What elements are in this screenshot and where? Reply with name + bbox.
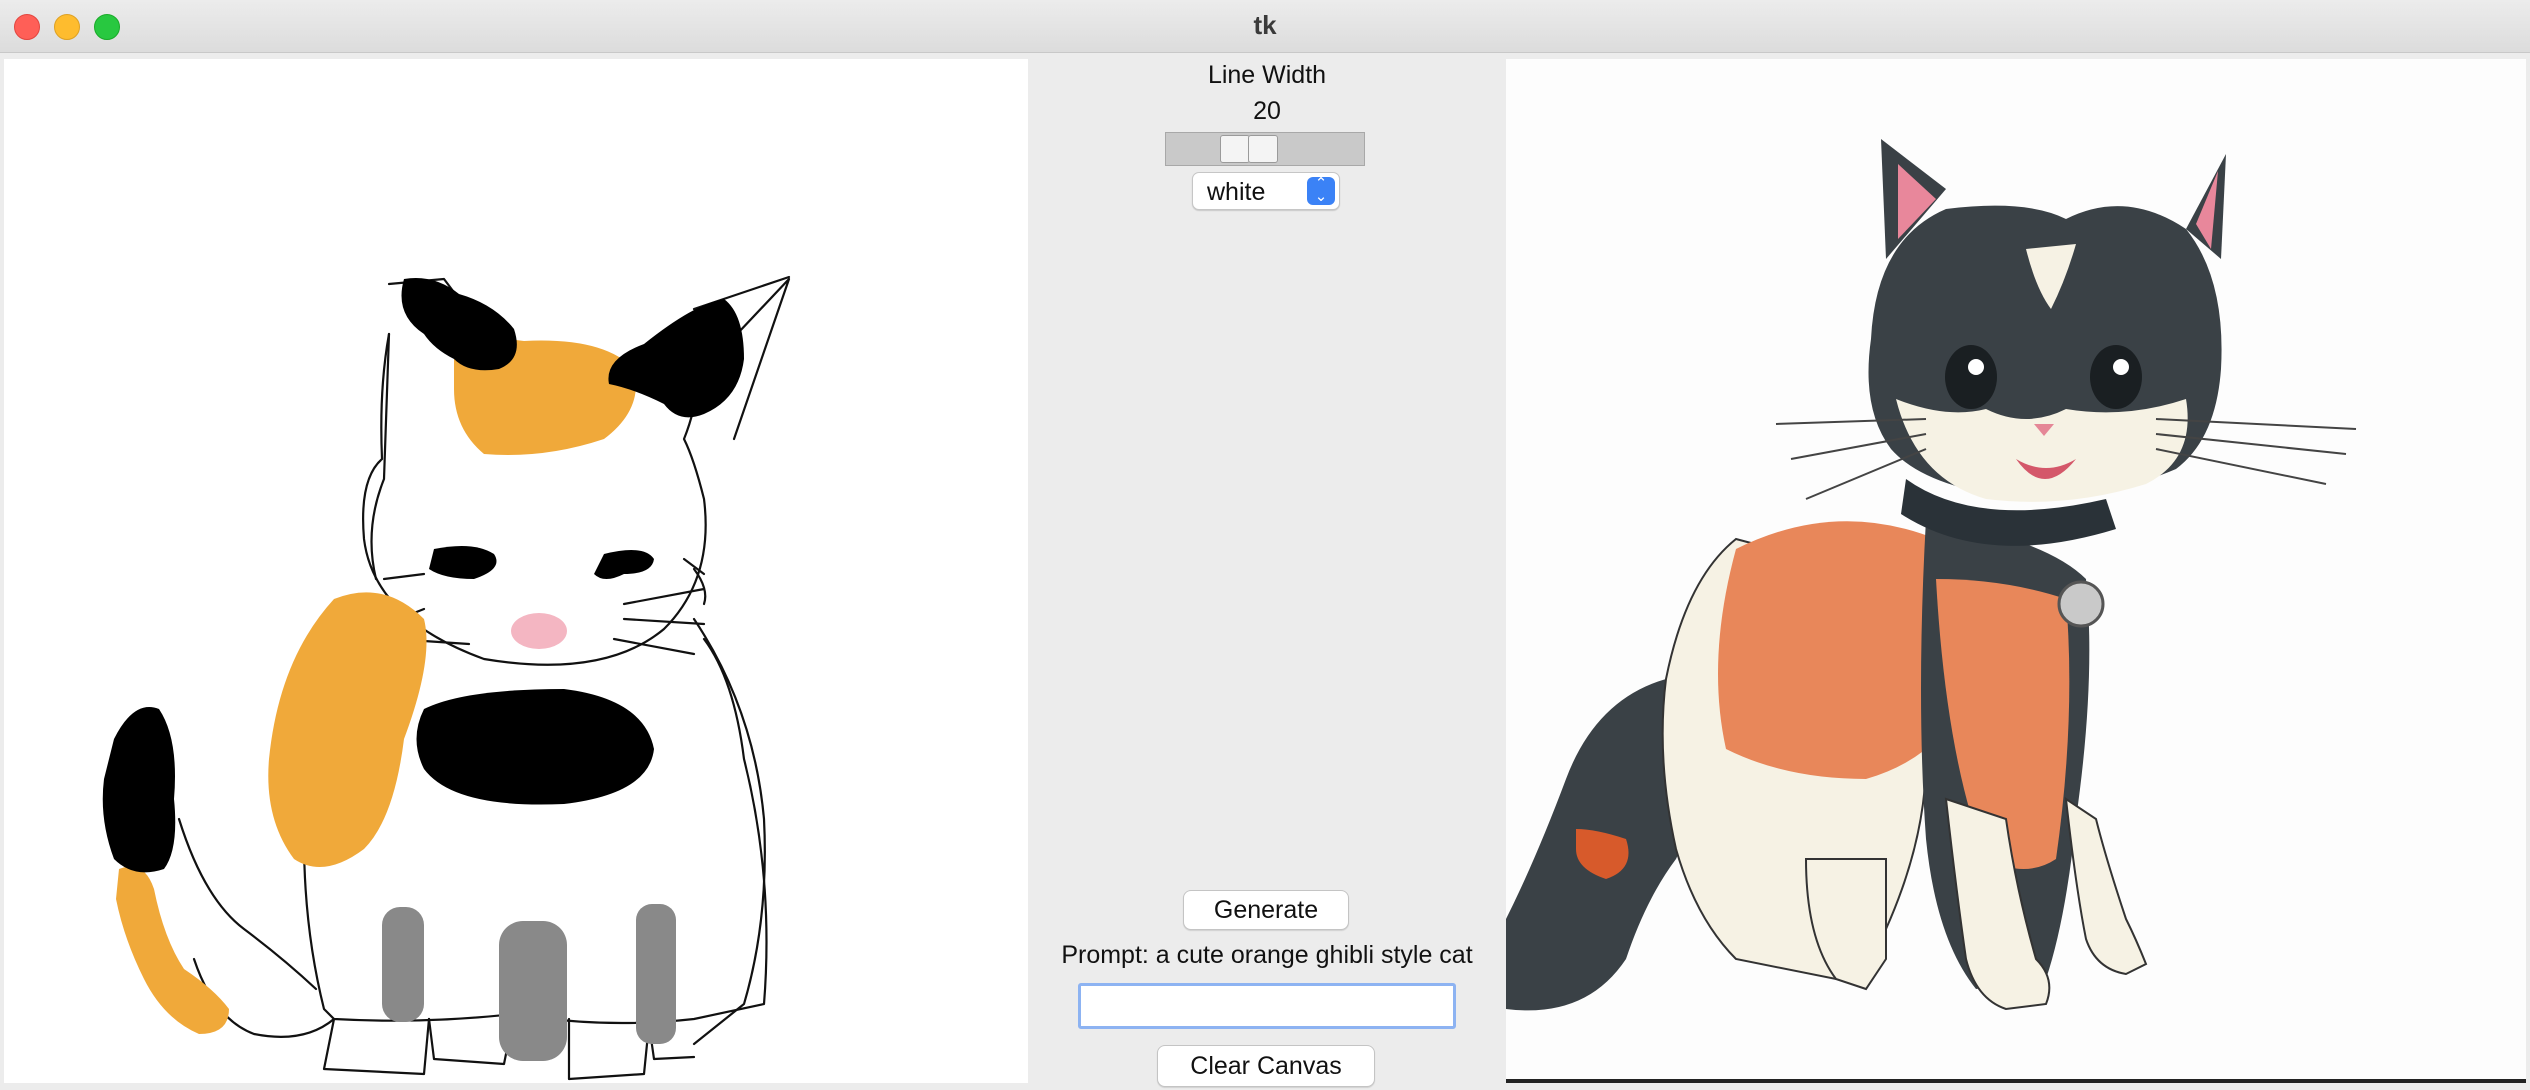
generated-image xyxy=(1506,59,2526,1083)
controls-panel: Line Width 20 white ⌃ ⌄ Generate Prompt: … xyxy=(1030,59,1504,1090)
clear-canvas-button[interactable]: Clear Canvas xyxy=(1157,1045,1375,1087)
drawing-canvas[interactable] xyxy=(4,59,1028,1083)
chevron-updown-icon: ⌃ ⌄ xyxy=(1307,176,1335,205)
app-window: tk Line Width 20 white ⌃ ⌄ Generate Prom… xyxy=(0,0,2530,1090)
window-title: tk xyxy=(1253,10,1277,40)
line-width-label: Line Width xyxy=(1207,61,1327,89)
generated-cat-image xyxy=(1506,139,2357,1011)
line-width-slider[interactable] xyxy=(1165,132,1365,166)
color-select[interactable]: white ⌃ ⌄ xyxy=(1192,172,1340,210)
prompt-input[interactable] xyxy=(1078,983,1456,1029)
title-bar: tk xyxy=(0,0,2530,53)
slider-thumb-edge[interactable] xyxy=(1248,135,1278,163)
generate-button[interactable]: Generate xyxy=(1183,890,1349,930)
color-select-value: white xyxy=(1207,178,1266,206)
line-width-value: 20 xyxy=(1253,97,1281,125)
prompt-label: Prompt: a cute orange ghibli style cat xyxy=(1061,941,1473,969)
slider-thumb[interactable] xyxy=(1220,135,1250,163)
sketch-drawing xyxy=(102,275,791,1081)
